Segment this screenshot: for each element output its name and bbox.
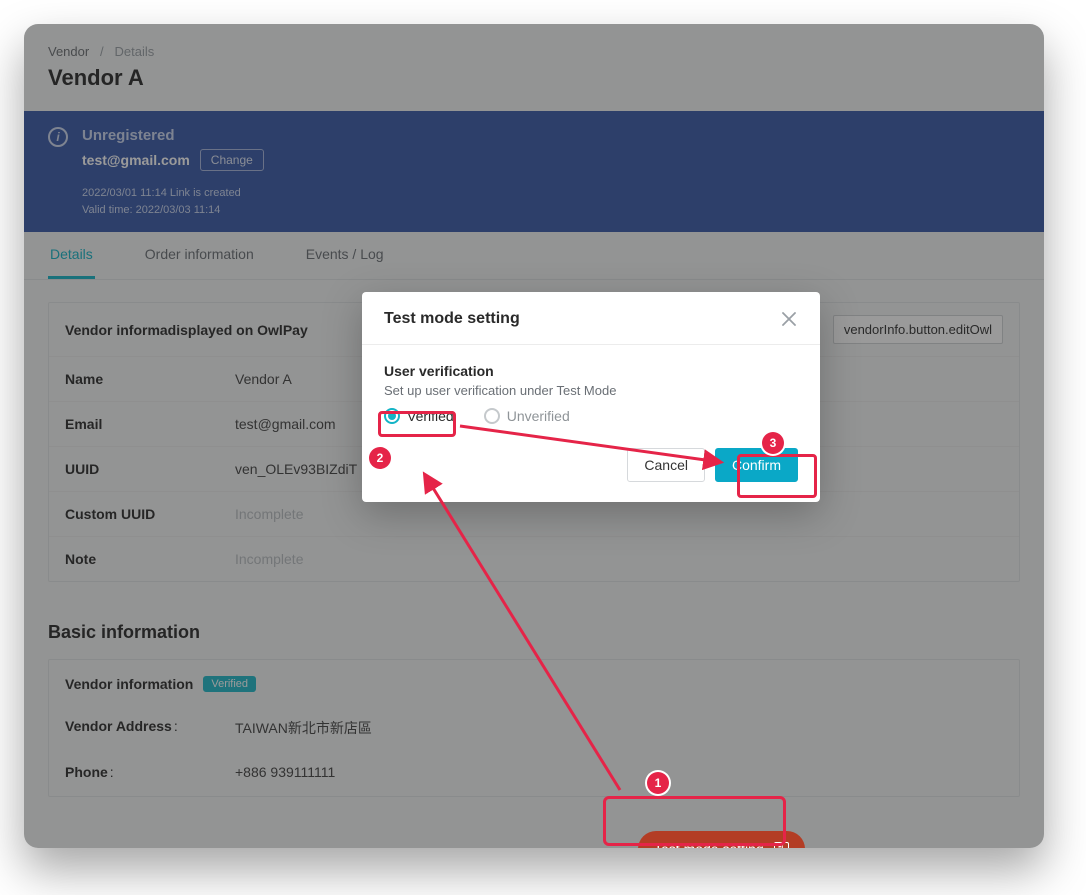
test-mode-modal: Test mode setting User verification Set … [362,292,820,502]
radio-verified[interactable]: Verified [384,408,454,424]
cancel-button[interactable]: Cancel [627,448,705,482]
user-verification-heading: User verification [384,363,798,379]
radio-unverified[interactable]: Unverified [484,408,570,424]
radio-icon [384,408,400,424]
user-verification-desc: Set up user verification under Test Mode [384,383,798,398]
sliders-icon: ⇅ [774,842,789,849]
confirm-button[interactable]: Confirm [715,448,798,482]
radio-unverified-label: Unverified [507,408,570,424]
close-icon[interactable] [780,310,798,328]
radio-verified-label: Verified [407,408,454,424]
modal-title: Test mode setting [384,310,520,328]
test-mode-setting-button[interactable]: Test mode setting ⇅ [638,831,805,848]
verification-radio-group: Verified Unverified [384,408,798,424]
test-mode-setting-label: Test mode setting [654,841,764,848]
radio-icon [484,408,500,424]
